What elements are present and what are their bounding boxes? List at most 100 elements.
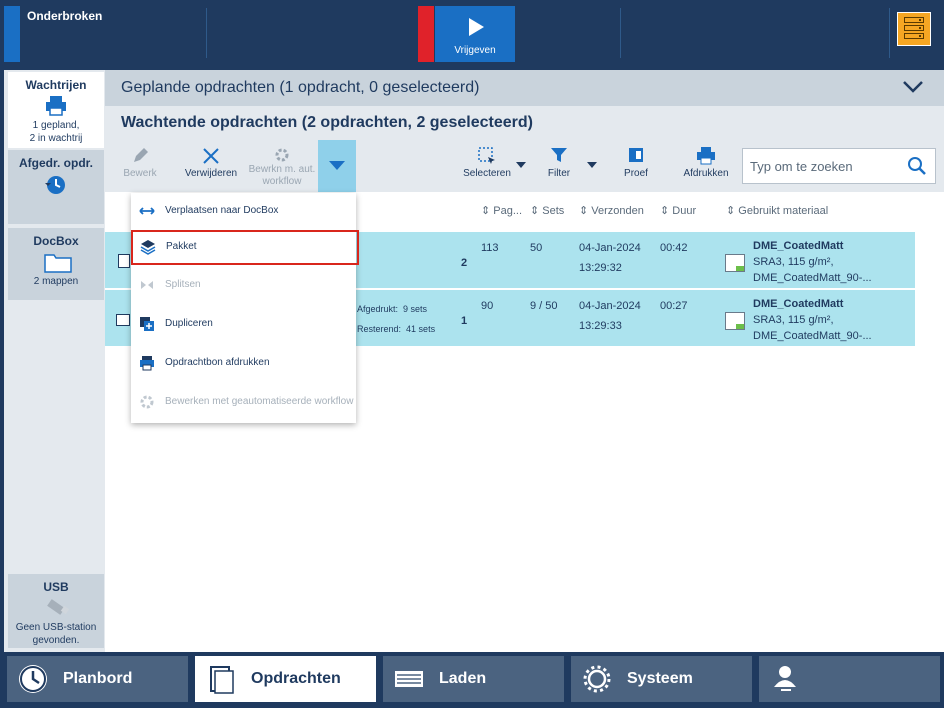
planned-jobs-title: Geplande opdrachten (1 opdracht, 0 gesel… (121, 79, 480, 96)
edit-button[interactable]: Bewerk (115, 140, 165, 192)
nav-docbox-count: 2 mappen (33, 276, 79, 287)
status-indicator (4, 6, 20, 62)
tab-jobs-label: Opdrachten (251, 670, 341, 687)
select-dropdown-icon[interactable] (516, 162, 526, 168)
search-input[interactable] (750, 157, 900, 175)
select-label: Selecteren (463, 168, 511, 179)
nav-usb[interactable]: USB Geen USB-station gevonden. (8, 574, 104, 648)
ticket-print-icon (140, 356, 154, 371)
tab-jobs[interactable]: Opdrachten (195, 656, 376, 702)
tab-user[interactable] (759, 656, 940, 702)
paper-tray-icon (395, 671, 423, 687)
nav-queues[interactable]: Wachtrijen 1 gepland, 2 in wachtrij (8, 72, 104, 148)
top-bar: Onderbroken Vrijgeven (0, 0, 944, 70)
row-material-spec: SRA3, 115 g/m², (753, 256, 834, 268)
column-sent[interactable]: ⇕ Verzonden (579, 204, 644, 217)
tab-load[interactable]: Laden (383, 656, 564, 702)
job-toolbar: Bewerk Verwijderen Bewrkn m. aut. workfl… (105, 140, 944, 192)
proof-button[interactable]: Proef (615, 140, 657, 192)
duplicate-icon (140, 317, 154, 331)
release-button[interactable]: Vrijgeven (435, 6, 515, 62)
nav-docbox-title: DocBox (33, 234, 79, 248)
history-icon (44, 173, 68, 195)
printer-icon (44, 95, 68, 117)
menu-item-label: Verplaatsen naar DocBox (165, 205, 279, 216)
move-arrows-icon (139, 207, 155, 215)
row-time: 13:29:32 (579, 262, 622, 274)
search-icon[interactable] (907, 156, 927, 176)
remaining-label: Resterend: (357, 324, 402, 334)
auto-workflow-label-2: workflow (262, 176, 302, 187)
printer-icon (681, 146, 731, 168)
media-icon (725, 312, 745, 330)
menu-item-split[interactable]: Splitsen (131, 267, 356, 305)
auto-workflow-button[interactable]: Bewrkn m. aut. workflow (247, 140, 317, 192)
tab-load-label: Laden (439, 670, 487, 687)
printed-value: 9 sets (403, 304, 428, 314)
column-pages[interactable]: ⇕ Pag... (481, 204, 522, 217)
menu-item-label: Splitsen (165, 279, 201, 290)
row-material-spec: SRA3, 115 g/m², (753, 314, 834, 326)
menu-item-package[interactable]: Pakket (131, 230, 359, 265)
select-button[interactable]: Selecteren (460, 140, 514, 192)
job-thumbnail-icon (116, 314, 130, 326)
print-button[interactable]: Afdrukken (681, 140, 731, 192)
menu-item-auto-workflow[interactable]: Bewerken met geautomatiseerde workflow (131, 384, 356, 422)
release-label: Vrijgeven (454, 45, 496, 56)
row-duration: 00:42 (660, 242, 688, 254)
printer-status: Onderbroken (27, 9, 103, 23)
delete-button[interactable]: Verwijderen (181, 140, 241, 192)
column-material-label: Gebruikt materiaal (738, 205, 829, 217)
gear-icon (247, 146, 317, 164)
menu-item-duplicate[interactable]: Dupliceren (131, 306, 356, 344)
selection-icon (460, 146, 514, 168)
filter-dropdown-icon[interactable] (587, 162, 597, 168)
column-duration-label: Duur (672, 205, 697, 217)
usb-icon (44, 597, 70, 619)
nav-printed-jobs[interactable]: Afgedr. opdr. (8, 150, 104, 224)
row-material: DME_CoatedMatt (753, 240, 844, 252)
more-actions-button[interactable] (318, 140, 356, 192)
row-pages: 113 (481, 242, 499, 254)
row-remaining: Resterend: 41 sets (357, 324, 435, 334)
media-icon (725, 254, 745, 272)
alert-indicator (418, 6, 434, 62)
waiting-jobs-title: Wachtende opdrachten (2 opdrachten, 2 ge… (121, 114, 533, 131)
row-time: 13:29:33 (579, 320, 622, 332)
column-material[interactable]: ⇕ Gebruikt materiaal (726, 204, 828, 217)
tab-system[interactable]: Systeem (571, 656, 752, 702)
menu-item-print-ticket[interactable]: Opdrachtbon afdrukken (131, 345, 356, 383)
clock-icon (19, 665, 47, 693)
printed-label: Afgedrukt: (357, 304, 399, 314)
nav-queues-waiting: 2 in wachtrij (29, 133, 83, 144)
search-box[interactable] (742, 148, 936, 184)
nav-usb-title: USB (43, 580, 69, 594)
row-duration: 00:27 (660, 300, 688, 312)
column-duration[interactable]: ⇕ Duur (660, 204, 696, 217)
auto-workflow-label: Bewrkn m. aut. (248, 164, 316, 175)
filter-label: Filter (547, 168, 571, 179)
divider (620, 8, 621, 58)
server-status-button[interactable] (897, 12, 931, 46)
filter-button[interactable]: Filter (539, 140, 579, 192)
menu-item-label: Dupliceren (165, 318, 213, 329)
nav-docbox[interactable]: DocBox 2 mappen (8, 228, 104, 300)
document-icon (615, 146, 657, 168)
nav-usb-status-2: gevonden. (32, 635, 80, 646)
tab-planbord[interactable]: Planbord (7, 656, 188, 702)
gear-icon (583, 665, 611, 693)
server-icon (904, 17, 924, 23)
row-printed: Afgedrukt: 9 sets (357, 304, 427, 314)
remaining-value: 41 sets (406, 324, 436, 334)
chevron-down-icon[interactable] (902, 80, 924, 94)
planned-jobs-header[interactable]: Geplande opdrachten (1 opdracht, 0 gesel… (105, 70, 944, 106)
pencil-icon (115, 146, 165, 168)
documents-icon (210, 666, 234, 694)
row-material-name: DME_CoatedMatt_90-... (753, 330, 872, 342)
column-sets[interactable]: ⇕ Sets (530, 204, 564, 217)
menu-item-move-to-docbox[interactable]: Verplaatsen naar DocBox (131, 193, 356, 231)
edit-label: Bewerk (123, 168, 157, 179)
delete-label: Verwijderen (184, 168, 238, 179)
job-thumbnail-icon (118, 254, 130, 268)
user-key-icon (774, 666, 796, 691)
